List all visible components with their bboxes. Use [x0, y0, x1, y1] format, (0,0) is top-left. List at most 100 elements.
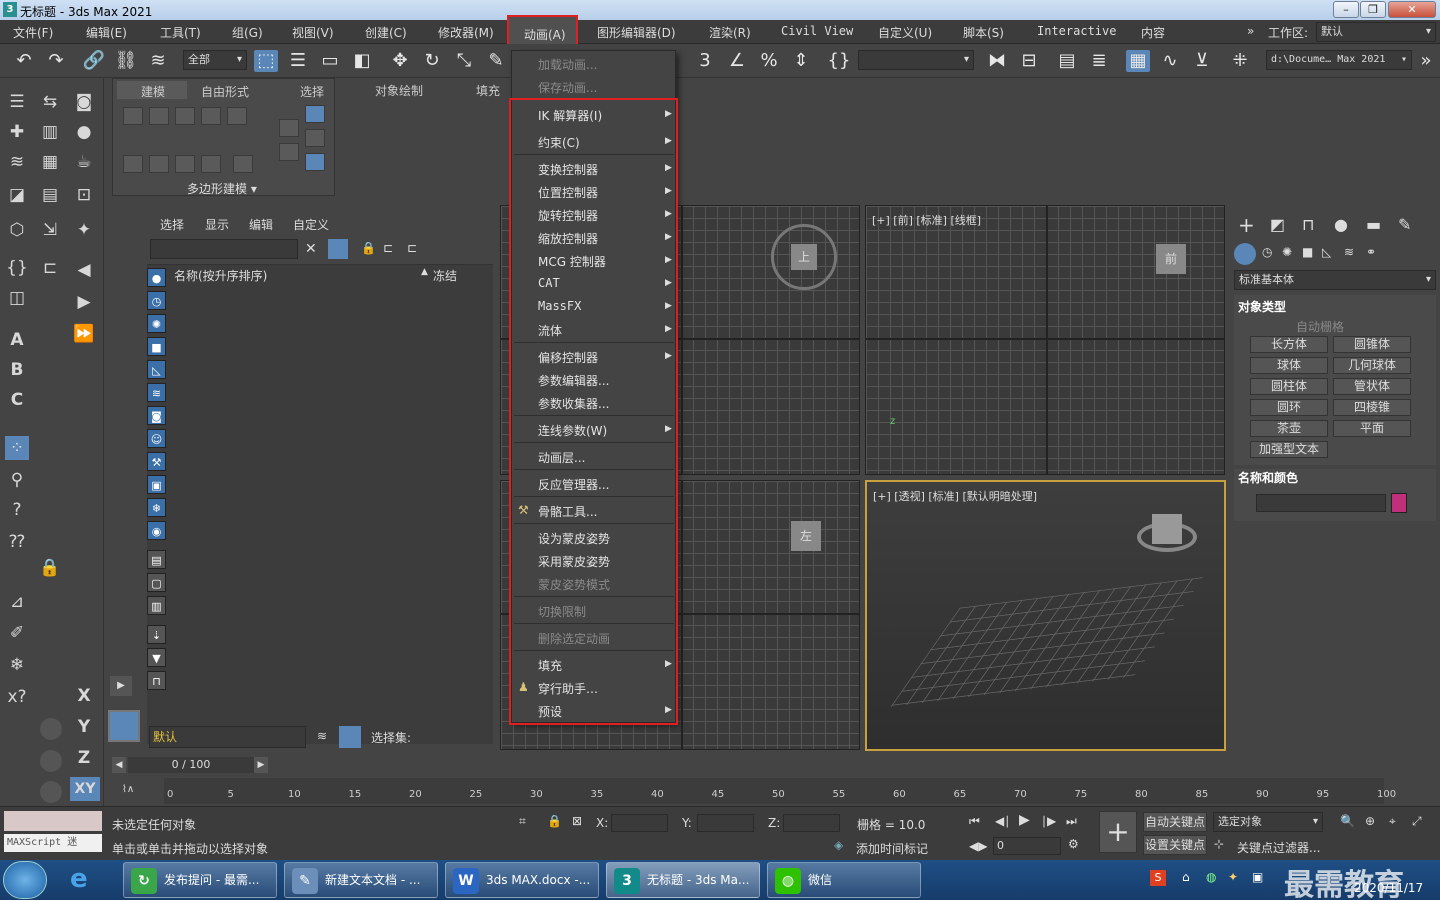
- material-editor-icon[interactable]: ⁜: [1228, 50, 1252, 72]
- named-selection-dropdown[interactable]: [858, 50, 974, 70]
- percent-snap-icon[interactable]: %: [757, 50, 781, 72]
- project-path-dropdown[interactable]: d:\Docume… Max 2021: [1266, 50, 1412, 70]
- tray-icon-4[interactable]: ▣: [1252, 870, 1263, 884]
- rollout-name-color[interactable]: 名称和颜色: [1238, 469, 1298, 486]
- menu-customize[interactable]: 自定义(U): [878, 24, 932, 41]
- next-frame-icon[interactable]: ∣▶: [1041, 814, 1056, 828]
- render-frame-icon[interactable]: ▶: [72, 290, 96, 314]
- ime-icon[interactable]: S: [1150, 870, 1166, 886]
- tray-icon-1[interactable]: ⌂: [1182, 870, 1190, 884]
- time-tag-icon[interactable]: ◈: [834, 838, 843, 852]
- axis-x-icon[interactable]: X: [72, 684, 96, 708]
- viewport-front[interactable]: [+] [前] [标准] [线框] 前 z: [865, 205, 1225, 475]
- se-tab-edit[interactable]: 编辑: [249, 216, 273, 233]
- viewport-persp-label[interactable]: [+] [透视] [标准] [默认明暗处理]: [873, 488, 1037, 504]
- undo-icon[interactable]: ↶: [12, 50, 36, 72]
- selection-filter-dropdown[interactable]: 全部: [183, 50, 247, 70]
- menu-scripting[interactable]: 脚本(S): [963, 24, 1004, 41]
- box-button[interactable]: 长方体: [1250, 336, 1328, 353]
- ribbon-border-icon[interactable]: [175, 107, 195, 125]
- layer-props-icon[interactable]: ◫: [5, 286, 29, 310]
- bracket-icon[interactable]: {}: [5, 256, 29, 280]
- filter-containers-icon[interactable]: ▣: [147, 475, 166, 494]
- redo-icon[interactable]: ↷: [44, 50, 68, 72]
- axis-y-icon[interactable]: Y: [72, 715, 96, 739]
- track-bar[interactable]: 0 5 10 15 20 25 30 35 40 45 50 55 60 65 70 75 80 85 90 95 10…: [164, 778, 1396, 804]
- funnel-icon[interactable]: ▼: [147, 648, 166, 667]
- ribbon-tab-selection[interactable]: 选择: [300, 83, 324, 100]
- textplus-button[interactable]: 加强型文本: [1250, 441, 1328, 458]
- zoom-icon[interactable]: 🔍: [1340, 814, 1355, 828]
- auto-grid-checkbox[interactable]: 自动栅格: [1296, 318, 1344, 335]
- key-selection-dropdown[interactable]: 选定对象: [1213, 812, 1323, 832]
- se-search-input[interactable]: [150, 239, 298, 259]
- auto-key-button[interactable]: 自动关键点: [1143, 812, 1207, 832]
- ribbon-tool-9-icon[interactable]: [305, 129, 325, 147]
- menu-rendering[interactable]: 渲染(R): [709, 24, 751, 41]
- filter-xrefs-icon[interactable]: ☺: [147, 429, 166, 448]
- menu-modifiers[interactable]: 修改器(M): [438, 24, 494, 41]
- ribbon-tool-5-icon[interactable]: [233, 155, 253, 173]
- render-setup-icon[interactable]: ◙: [72, 90, 96, 114]
- task-wechat[interactable]: ◍ 微信: [767, 862, 921, 898]
- ribbon-tab-freeform[interactable]: 自由形式: [201, 83, 249, 100]
- task-notepad[interactable]: ✎ 新建文本文档 - ...: [284, 862, 438, 898]
- display-none-icon[interactable]: ▢: [147, 573, 166, 592]
- coord-z-input[interactable]: [783, 814, 840, 832]
- menu-graph-editors[interactable]: 图形编辑器(D): [597, 24, 676, 41]
- ie-icon[interactable]: e: [70, 864, 88, 894]
- filter-bones-icon[interactable]: ⚒: [147, 452, 166, 471]
- menu-group[interactable]: 组(G): [232, 24, 263, 41]
- spacewarps-icon[interactable]: ≋: [1344, 245, 1354, 259]
- ribbon-tab-modeling[interactable]: 建模: [141, 83, 165, 100]
- menu-edit[interactable]: 编辑(E): [86, 24, 127, 41]
- xform-icon[interactable]: x?: [5, 685, 29, 709]
- tray-wechat-icon[interactable]: ◍: [1206, 870, 1216, 884]
- object-color-swatch[interactable]: [1391, 493, 1407, 513]
- freeze-icon[interactable]: ❄: [5, 653, 29, 677]
- paint-select-icon[interactable]: ✐: [5, 621, 29, 645]
- abs-mode-icon[interactable]: ⊠: [572, 814, 582, 828]
- freeze-layer-icon[interactable]: ▦: [38, 150, 62, 174]
- menu-create[interactable]: 创建(C): [365, 24, 407, 41]
- viewcube-left-face[interactable]: 左: [791, 521, 821, 551]
- text-c-icon[interactable]: C: [5, 388, 29, 412]
- pyramid-button[interactable]: 四棱锥: [1333, 399, 1411, 416]
- time-slider[interactable]: 0 / 100: [128, 757, 254, 773]
- nest-layer-icon[interactable]: ⊏: [38, 256, 62, 280]
- task-3dsmax[interactable]: 3 无标题 - 3ds Ma...: [606, 862, 760, 898]
- select-tool-icon[interactable]: ⊿: [5, 590, 29, 614]
- coord-x-input[interactable]: [611, 814, 668, 832]
- filter-helpers-icon[interactable]: ◺: [147, 360, 166, 379]
- hierarchy-icon[interactable]: ⊏: [383, 241, 393, 255]
- key-filter-icon[interactable]: ⊹: [1214, 837, 1224, 851]
- task-browser[interactable]: ↻ 发布提问 - 最需...: [123, 862, 277, 898]
- select-layer-icon[interactable]: ◪: [5, 183, 29, 207]
- geosphere-button[interactable]: 几何球体: [1333, 357, 1411, 374]
- time-prev-icon[interactable]: ◀: [112, 757, 126, 773]
- select-link-icon[interactable]: ⇆: [38, 90, 62, 114]
- sort-icon[interactable]: ⇣: [147, 625, 166, 644]
- cone-button[interactable]: 圆锥体: [1333, 336, 1411, 353]
- menu-content[interactable]: 内容: [1141, 24, 1165, 41]
- se-tab-select[interactable]: 选择: [160, 216, 184, 233]
- se-col-freeze[interactable]: 冻结: [433, 267, 457, 284]
- rollout-object-type[interactable]: 对象类型: [1238, 298, 1286, 315]
- sphere-button[interactable]: 球体: [1250, 357, 1328, 374]
- layer-dropdown[interactable]: 默认: [149, 726, 306, 748]
- filter-frozen-icon[interactable]: ❄: [147, 498, 166, 517]
- rect-selection-icon[interactable]: ▭: [318, 50, 342, 72]
- viewcube-front-face[interactable]: 前: [1156, 244, 1186, 274]
- ribbon-tool-3-icon[interactable]: [175, 155, 195, 173]
- filter-groups-icon[interactable]: ◙: [147, 406, 166, 425]
- menu-more[interactable]: »: [1247, 24, 1254, 38]
- ribbon-tool-7-icon[interactable]: [279, 143, 299, 161]
- schematic-view-icon[interactable]: ⊻: [1190, 50, 1214, 72]
- ribbon-edge-icon[interactable]: [149, 107, 169, 125]
- render-prod-icon[interactable]: ⏩: [72, 322, 96, 346]
- time-config-icon[interactable]: ⚙: [1068, 837, 1079, 851]
- filter-shapes-icon[interactable]: ◷: [147, 291, 166, 310]
- coord-y-input[interactable]: [697, 814, 754, 832]
- zoom-extents-all-icon[interactable]: ⤢: [1412, 814, 1422, 829]
- set-key-big-icon[interactable]: +: [1099, 811, 1137, 853]
